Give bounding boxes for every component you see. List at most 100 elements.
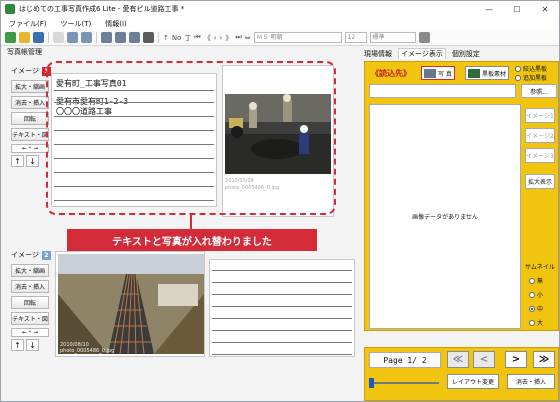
minimize-button[interactable]: — — [475, 1, 503, 17]
callout-connector — [190, 215, 192, 229]
color-icon[interactable] — [418, 32, 430, 43]
print-icon[interactable] — [115, 32, 126, 43]
slot1-text-button[interactable]: テキスト・図 — [11, 128, 49, 141]
font-size-select[interactable]: 12 — [344, 32, 367, 43]
image-source-box: 《読込先》 写 真 黒板素材 絞込黒板 追加黒板 参照... 画像データがありま… — [364, 61, 559, 331]
copy-icon[interactable] — [67, 32, 78, 43]
slot2-filename: photo_0005486_0.jpg — [60, 348, 115, 354]
menu-tools[interactable]: ツール(T) — [61, 19, 92, 29]
print-all-icon[interactable] — [143, 32, 154, 43]
size-none-radio[interactable]: 無 — [529, 276, 543, 285]
slot1-up-button[interactable]: ↑ — [11, 155, 24, 167]
font-name-select[interactable]: ＭＳ 明朝 — [253, 32, 342, 43]
slot2-text-button[interactable]: テキスト・図 — [11, 312, 49, 325]
filter-board-radio[interactable]: 絞込黒板 — [515, 64, 547, 73]
maximize-button[interactable]: ☐ — [503, 1, 531, 17]
slot1-zoom-button[interactable]: 拡大・縮画 — [11, 80, 49, 93]
text-rule — [212, 282, 352, 283]
image-preview: 画像データがありません — [369, 104, 521, 329]
image3-button[interactable]: イメージ3 — [525, 148, 555, 163]
text-rule — [212, 306, 352, 307]
size-large-radio[interactable]: 大 — [529, 318, 543, 327]
slot1-lr-toggle[interactable]: ←・→ — [11, 144, 49, 153]
photo-source-tab[interactable]: 写 真 — [421, 66, 455, 80]
swap-icon[interactable]: ⇔ — [245, 34, 251, 42]
no-image-text: 画像データがありません — [412, 214, 478, 221]
next-page-button[interactable]: > — [505, 351, 527, 368]
prev-page-icon[interactable]: 《 — [204, 33, 211, 43]
last-page-icon[interactable]: ⏭ — [235, 33, 241, 42]
first-page-button[interactable]: ≪ — [447, 351, 469, 368]
open-folder-icon[interactable] — [19, 32, 30, 43]
slot1-controls: イメージ 1 拡大・縮画 消去・挿入 回転 テキスト・図 ←・→ ↑ ↓ — [11, 65, 51, 167]
menu-info[interactable]: 情報(I) — [105, 19, 127, 29]
prev-icon[interactable]: ‹ — [214, 34, 217, 42]
close-button[interactable]: ✕ — [531, 1, 559, 17]
slot2-delete-button[interactable]: 消去・挿入 — [11, 280, 49, 293]
print-preview-icon[interactable] — [101, 32, 112, 43]
image1-button[interactable]: イメージ1 — [525, 108, 555, 123]
slot2-lr-toggle[interactable]: ←・→ — [11, 328, 49, 337]
menu-file[interactable]: ファイル(F) — [9, 19, 47, 29]
slot2-number: 2 — [41, 250, 51, 260]
slot2-down-button[interactable]: ↓ — [26, 339, 39, 351]
paste-icon[interactable] — [81, 32, 92, 43]
slot1-delete-button[interactable]: 消去・挿入 — [11, 96, 49, 109]
tab-image-view[interactable]: イメージ表示 — [398, 48, 446, 59]
slot1-down-button[interactable]: ↓ — [26, 155, 39, 167]
text-rule — [212, 330, 352, 331]
image-panel: 現場情報 イメージ表示 個別設定 《読込先》 写 真 黒板素材 絞込黒板 追加黒… — [362, 47, 559, 401]
menu-bar: ファイル(F) ツール(T) 情報(I) — [1, 17, 559, 30]
next-icon[interactable]: › — [220, 34, 223, 42]
slot2-zoom-button[interactable]: 拡大・縮画 — [11, 264, 49, 277]
align-icon[interactable]: 丁 — [184, 33, 191, 43]
layout-change-button[interactable]: レイアウト変更 — [447, 374, 499, 389]
size-small-radio[interactable]: 小 — [529, 290, 543, 299]
zoom-slider[interactable] — [369, 378, 439, 388]
slot1-label: イメージ — [11, 67, 39, 75]
save-icon[interactable] — [33, 32, 44, 43]
slot2-photo — [58, 254, 204, 354]
page-nav-box: Page 1/ 2 ≪ < > ≫ レイアウト変更 消去・挿入 — [364, 347, 559, 401]
last-page-button[interactable]: ≫ — [533, 351, 555, 368]
add-board-radio[interactable]: 追加黒板 — [515, 73, 547, 82]
tab-settings[interactable]: 個別設定 — [452, 49, 480, 59]
delete-insert-button[interactable]: 消去・挿入 — [507, 374, 555, 389]
swap-highlight — [46, 61, 336, 215]
toolbar: ↑ No 丁 ⏮ 《 ‹ › 》 ⏭ ⇔ ＭＳ 明朝 12 標準 — [1, 30, 559, 46]
album-panel-title: 写真帳管理 — [7, 48, 42, 56]
slot2-rotate-button[interactable]: 回転 — [11, 296, 49, 309]
slot2-photo-frame[interactable]: 2010/08/10 photo_0005486_0.jpg — [55, 251, 205, 357]
number-button[interactable]: No — [172, 34, 182, 42]
browse-button[interactable]: 参照... — [521, 84, 557, 98]
slider-thumb[interactable] — [369, 378, 374, 388]
text-rule — [212, 294, 352, 295]
slot1-rotate-button[interactable]: 回転 — [11, 112, 49, 125]
size-medium-radio[interactable]: 中 — [529, 304, 543, 313]
zoom-view-button[interactable]: 拡大表示 — [525, 174, 555, 189]
text-rule — [212, 342, 352, 343]
first-page-icon[interactable]: ⏮ — [194, 33, 200, 42]
arrow-icon[interactable]: ↑ — [163, 34, 169, 42]
cut-icon[interactable] — [53, 32, 64, 43]
print-setup-icon[interactable] — [129, 32, 140, 43]
slot2-text-area[interactable] — [209, 259, 355, 357]
page-indicator: Page 1/ 2 — [369, 352, 441, 368]
board-tab-label: 黒板素材 — [482, 70, 507, 78]
slot2-controls: イメージ 2 拡大・縮画 消去・挿入 回転 テキスト・図 ←・→ ↑ ↓ — [11, 249, 51, 351]
slot2-up-button[interactable]: ↑ — [11, 339, 24, 351]
image2-button[interactable]: イメージ2 — [525, 128, 555, 143]
slot2-label: イメージ — [11, 251, 39, 259]
app-icon — [5, 4, 15, 14]
photo-tab-label: 写 真 — [438, 70, 452, 78]
next-page-icon[interactable]: 》 — [225, 33, 232, 43]
thumbnail-size-label: サムネイル — [525, 264, 555, 271]
source-path-field[interactable] — [369, 84, 516, 98]
text-rule — [212, 354, 352, 355]
style-select[interactable]: 標準 — [369, 32, 416, 43]
prev-page-button[interactable]: < — [473, 351, 495, 368]
new-file-icon[interactable] — [5, 32, 16, 43]
board-source-tab[interactable]: 黒板素材 — [465, 66, 510, 80]
tab-site-info[interactable]: 現場情報 — [364, 49, 392, 59]
read-source-label: 《読込先》 — [371, 69, 411, 78]
